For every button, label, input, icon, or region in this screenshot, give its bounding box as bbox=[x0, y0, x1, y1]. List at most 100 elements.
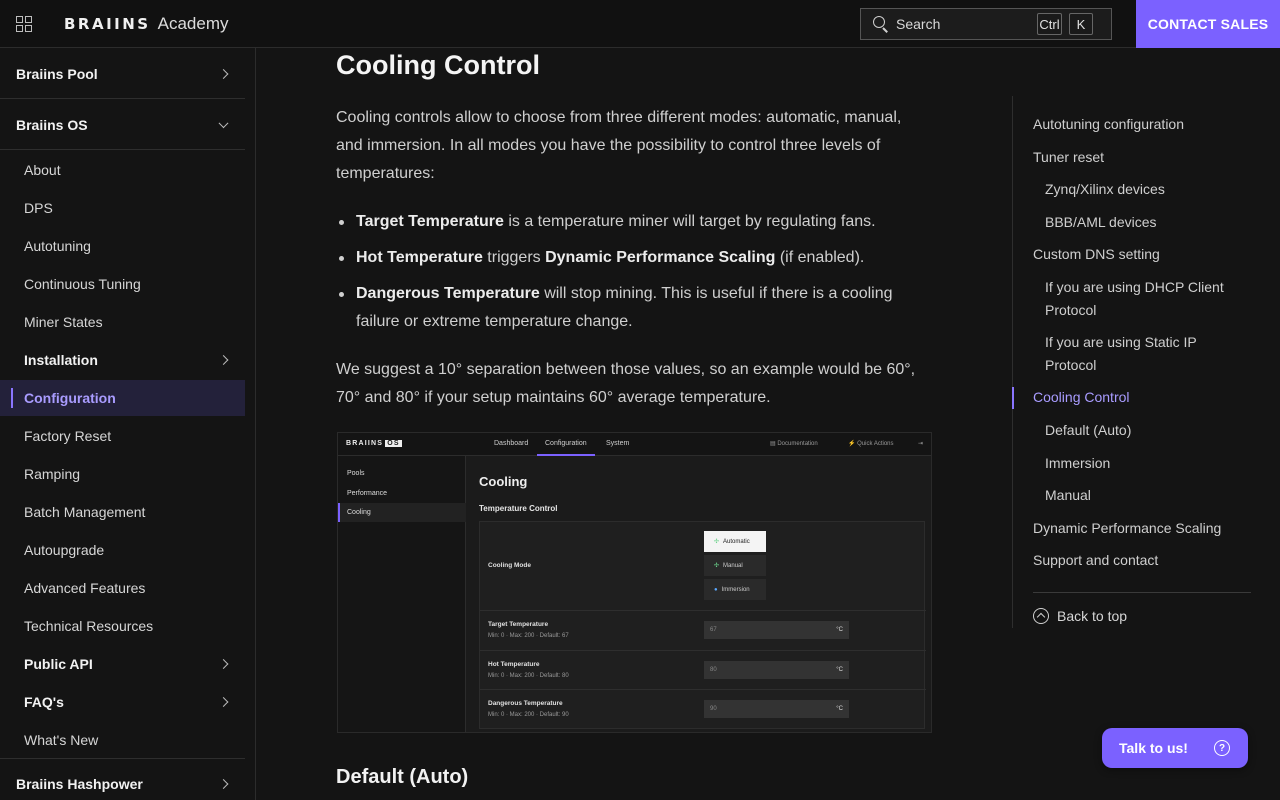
droplet-icon: ● bbox=[714, 586, 718, 593]
screenshot-target-temp-row: Target Temperature Min: 0 · Max: 200 · D… bbox=[480, 611, 926, 651]
toc-item-support-contact[interactable]: Support and contact bbox=[1033, 549, 1253, 572]
screenshot-input-value: 67 bbox=[710, 627, 717, 633]
sidebar-item-label: FAQ's bbox=[24, 694, 64, 710]
screenshot-row-input: 67 °C bbox=[704, 621, 849, 639]
term: Target Temperature bbox=[356, 213, 504, 230]
screenshot-row-hint: Min: 0 · Max: 200 · Default: 80 bbox=[488, 673, 569, 679]
screenshot-row-hint: Min: 0 · Max: 200 · Default: 90 bbox=[488, 712, 569, 718]
sidebar: Braiins Pool Braiins OS About DPS Autotu… bbox=[0, 48, 256, 800]
contact-sales-button[interactable]: CONTACT SALES bbox=[1136, 0, 1280, 48]
apps-grid-icon[interactable] bbox=[16, 16, 32, 32]
screenshot-side-cooling: Cooling bbox=[338, 503, 466, 522]
top-bar: BRAIINS Academy Search Ctrl K CONTACT SA… bbox=[0, 0, 1280, 48]
screenshot-quick-actions-label: Quick Actions bbox=[857, 441, 894, 447]
sidebar-section-label: Braiins Pool bbox=[16, 65, 98, 82]
search-icon bbox=[873, 16, 889, 33]
toc-item-immersion[interactable]: Immersion bbox=[1045, 452, 1235, 475]
toc-item-default-auto[interactable]: Default (Auto) bbox=[1045, 419, 1235, 442]
screenshot-logo: BRAIINS OS bbox=[346, 440, 402, 447]
toc-item-zynq-xilinx[interactable]: Zynq/Xilinx devices bbox=[1045, 178, 1235, 201]
screenshot-tab-dashboard: Dashboard bbox=[494, 440, 529, 447]
sidebar-section-braiins-hashpower[interactable]: Braiins Hashpower bbox=[0, 758, 245, 800]
sidebar-section-braiins-os[interactable]: Braiins OS bbox=[0, 100, 245, 150]
screenshot-hot-temp-row: Hot Temperature Min: 0 · Max: 200 · Defa… bbox=[480, 651, 926, 690]
toc-item-static-ip[interactable]: If you are using Static IP Protocol bbox=[1045, 331, 1235, 377]
toc-divider bbox=[1033, 592, 1251, 593]
sidebar-section-braiins-pool[interactable]: Braiins Pool bbox=[0, 49, 245, 99]
toc-active-indicator bbox=[1012, 387, 1014, 409]
sidebar-item-about[interactable]: About bbox=[0, 152, 245, 188]
sidebar-item-continuous-tuning[interactable]: Continuous Tuning bbox=[0, 266, 245, 302]
sidebar-item-faqs[interactable]: FAQ's bbox=[0, 684, 245, 720]
sidebar-item-ramping[interactable]: Ramping bbox=[0, 456, 245, 492]
sidebar-section-label: Braiins Hashpower bbox=[16, 775, 143, 792]
logo-text: Academy bbox=[157, 14, 229, 33]
sidebar-item-label: Public API bbox=[24, 656, 93, 672]
sidebar-item-installation[interactable]: Installation bbox=[0, 342, 245, 378]
screenshot-top-bar: BRAIINS OS Dashboard Configuration System… bbox=[338, 433, 931, 456]
toc-item-manual[interactable]: Manual bbox=[1045, 484, 1235, 507]
sidebar-item-configuration[interactable]: Configuration bbox=[0, 380, 245, 416]
screenshot-tab-system: System bbox=[606, 440, 630, 447]
screenshot-cooling-mode-label: Cooling Mode bbox=[488, 562, 531, 569]
screenshot-mode-automatic: ✣ Automatic bbox=[704, 531, 766, 553]
screenshot-mode-label: Immersion bbox=[721, 586, 750, 593]
section-heading-default-auto: Default (Auto) bbox=[336, 766, 469, 788]
screenshot-logo-badge: OS bbox=[385, 440, 402, 447]
sidebar-item-autoupgrade[interactable]: Autoupgrade bbox=[0, 532, 245, 568]
screenshot-row-label: Hot Temperature bbox=[488, 661, 540, 668]
back-to-top-link[interactable]: Back to top bbox=[1033, 608, 1127, 624]
screenshot-side-pools: Pools bbox=[347, 470, 365, 477]
sidebar-section-label: Braiins OS bbox=[16, 116, 88, 133]
intro-paragraph: Cooling controls allow to choose from th… bbox=[336, 109, 902, 182]
logo-mark: BRAIINS bbox=[64, 15, 151, 33]
sidebar-item-autotuning[interactable]: Autotuning bbox=[0, 228, 245, 264]
description: (if enabled). bbox=[775, 249, 865, 266]
screenshot-input-unit: °C bbox=[836, 667, 843, 673]
suggestion-paragraph: We suggest a 10° separation between thos… bbox=[336, 361, 916, 406]
screenshot-row-label: Dangerous Temperature bbox=[488, 700, 563, 707]
screenshot-logo-text: BRAIINS bbox=[346, 440, 384, 447]
toc-item-autotuning-configuration[interactable]: Autotuning configuration bbox=[1033, 113, 1253, 136]
chevron-down-icon bbox=[218, 117, 229, 128]
sidebar-item-batch-management[interactable]: Batch Management bbox=[0, 494, 245, 530]
sidebar-item-whats-new[interactable]: What's New bbox=[0, 722, 245, 758]
shortcut-k-key: K bbox=[1069, 13, 1093, 35]
screenshot-input-unit: °C bbox=[836, 627, 843, 633]
chevron-right-icon bbox=[218, 659, 229, 669]
logo[interactable]: BRAIINS Academy bbox=[64, 13, 229, 35]
back-to-top-label: Back to top bbox=[1057, 608, 1128, 624]
search-box[interactable]: Search Ctrl K bbox=[860, 8, 1112, 40]
sidebar-item-factory-reset[interactable]: Factory Reset bbox=[0, 418, 245, 454]
chevron-right-icon bbox=[218, 778, 229, 789]
screenshot-mode-label: Manual bbox=[723, 562, 743, 569]
term: Hot Temperature bbox=[356, 249, 483, 266]
screenshot-side-performance: Performance bbox=[347, 490, 388, 497]
sidebar-item-advanced-features[interactable]: Advanced Features bbox=[0, 570, 245, 606]
toc-item-dynamic-performance-scaling[interactable]: Dynamic Performance Scaling bbox=[1033, 517, 1253, 540]
sidebar-item-miner-states[interactable]: Miner States bbox=[0, 304, 245, 340]
talk-to-us-button[interactable]: Talk to us! ? bbox=[1102, 728, 1248, 768]
sidebar-item-technical-resources[interactable]: Technical Resources bbox=[0, 608, 245, 644]
list-item: Target Temperature is a temperature mine… bbox=[336, 208, 926, 236]
toc-item-custom-dns[interactable]: Custom DNS setting bbox=[1033, 243, 1253, 266]
toc-item-bbb-aml[interactable]: BBB/AML devices bbox=[1045, 211, 1235, 234]
screenshot-input-value: 80 bbox=[710, 667, 717, 673]
sidebar-item-public-api[interactable]: Public API bbox=[0, 646, 245, 682]
list-item: Hot Temperature triggers Dynamic Perform… bbox=[336, 244, 926, 272]
toc-item-tuner-reset[interactable]: Tuner reset bbox=[1033, 146, 1253, 169]
screenshot-subheading: Temperature Control bbox=[479, 504, 558, 513]
screenshot-input-value: 90 bbox=[710, 706, 717, 712]
screenshot-mode-manual: ✣ Manual bbox=[704, 555, 766, 577]
screenshot-row-hint: Min: 0 · Max: 200 · Default: 67 bbox=[488, 633, 569, 639]
sidebar-item-dps[interactable]: DPS bbox=[0, 190, 245, 226]
cooling-settings-screenshot: BRAIINS OS Dashboard Configuration System… bbox=[337, 432, 932, 733]
screenshot-dangerous-temp-row: Dangerous Temperature Min: 0 · Max: 200 … bbox=[480, 690, 926, 730]
screenshot-cooling-mode-row: Cooling Mode ✣ Automatic ✣ Manual ● Immersi… bbox=[480, 522, 926, 611]
toc-item-cooling-control[interactable]: Cooling Control bbox=[1033, 386, 1253, 409]
dps-link[interactable]: Dynamic Performance Scaling bbox=[545, 249, 775, 266]
arrow-up-circle-icon bbox=[1033, 608, 1049, 624]
toc-item-dhcp-client[interactable]: If you are using DHCP Client Protocol bbox=[1045, 276, 1235, 322]
search-label: Search bbox=[896, 16, 941, 32]
screenshot-documentation-link: ▤ Documentation bbox=[770, 441, 818, 447]
